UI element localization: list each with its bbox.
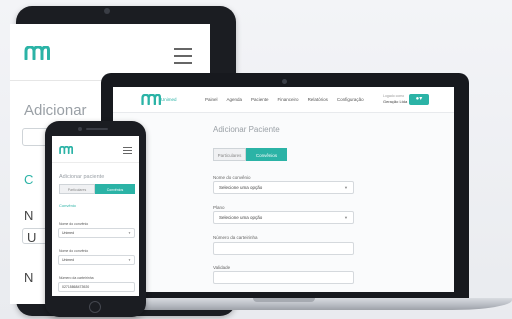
chevron-down-icon: ▼ [128, 231, 131, 235]
user-name: Geração Ltda [383, 99, 408, 104]
brand-name: Unimed [161, 97, 177, 102]
top-navbar: Unimed Painel Agenda Paciente Financeiro… [113, 87, 454, 113]
page-title: Adicionar paciente [59, 174, 105, 180]
nav-item-painel[interactable]: Painel [205, 97, 218, 102]
select-value: Selecione uma opção [219, 215, 263, 220]
plano-select[interactable]: Selecione uma opção ▼ [213, 211, 354, 224]
main-menu: Painel Agenda Paciente Financeiro Relató… [205, 97, 364, 102]
user-menu-button[interactable]: ●▾ [409, 94, 429, 105]
phone-screen: Adicionar paciente Particulares Convênio… [52, 136, 139, 296]
tab-particulares[interactable]: Particulares [59, 184, 95, 194]
plano-select[interactable]: Unimed ▼ [58, 255, 135, 265]
select-value: Unimed [62, 258, 75, 262]
field-label-carteirinha: Número da carteirinha [59, 276, 94, 280]
brand-logo-icon[interactable] [59, 146, 73, 154]
tablet-camera [104, 8, 110, 14]
input-value: 02715868473920 [62, 285, 90, 289]
laptop-notch [253, 298, 315, 302]
nav-item-agenda[interactable]: Agenda [227, 97, 243, 102]
section-title: Convênio [59, 203, 76, 208]
validade-input[interactable] [213, 271, 354, 284]
tab-particulares[interactable]: Particulares [213, 148, 246, 161]
chevron-down-icon: ▼ [344, 215, 348, 220]
tab-convenios[interactable]: Convênios [246, 148, 287, 161]
field-label-convenio: Nome do convênio [213, 175, 251, 180]
chevron-down-icon: ▼ [344, 185, 348, 190]
page-title: Adicionar [24, 102, 87, 119]
field-label-plano: Plano [213, 205, 225, 210]
select-value: Unimed [62, 231, 75, 235]
laptop-camera [282, 79, 287, 84]
patient-type-tabs: Particulares Convênios [213, 148, 287, 161]
carteirinha-input[interactable]: 02715868473920 [58, 282, 135, 292]
phone-speaker [86, 128, 108, 130]
header-divider [52, 162, 139, 163]
field-label-convenio: Nome do convênio [59, 222, 89, 226]
field-label-carteirinha: Número da carteirinha [213, 235, 258, 240]
convenio-select[interactable]: Selecione uma opção ▼ [213, 181, 354, 194]
field-label-plano: Nome do convênio [59, 249, 89, 253]
user-caption: Logado como [383, 94, 405, 98]
laptop-screen: Unimed Painel Agenda Paciente Financeiro… [113, 87, 454, 292]
menu-icon[interactable] [174, 48, 192, 69]
carteirinha-input[interactable] [213, 242, 354, 255]
chevron-down-icon: ▼ [128, 258, 131, 262]
page-title: Adicionar Paciente [213, 125, 280, 134]
section-label: C [24, 172, 34, 187]
convenio-select[interactable]: Unimed ▼ [58, 228, 135, 238]
brand-logo-icon[interactable] [141, 94, 161, 105]
field-label: N [24, 270, 34, 285]
select-value: Selecione uma opção [219, 185, 263, 190]
nav-item-configuracao[interactable]: Configuração [337, 97, 364, 102]
field-label: N [24, 208, 34, 223]
person-icon: ●▾ [415, 96, 423, 102]
phone-camera [78, 127, 82, 131]
nav-item-relatorios[interactable]: Relatórios [308, 97, 328, 102]
home-button[interactable] [89, 301, 101, 313]
brand-logo-icon[interactable] [24, 46, 50, 60]
field-label-validade: Validade [213, 265, 231, 270]
nav-item-paciente[interactable]: Paciente [251, 97, 269, 102]
tab-convenios[interactable]: Convênios [95, 184, 135, 194]
menu-icon[interactable] [123, 147, 132, 156]
nav-item-financeiro[interactable]: Financeiro [278, 97, 299, 102]
patient-type-tabs: Particulares Convênios [59, 184, 135, 194]
